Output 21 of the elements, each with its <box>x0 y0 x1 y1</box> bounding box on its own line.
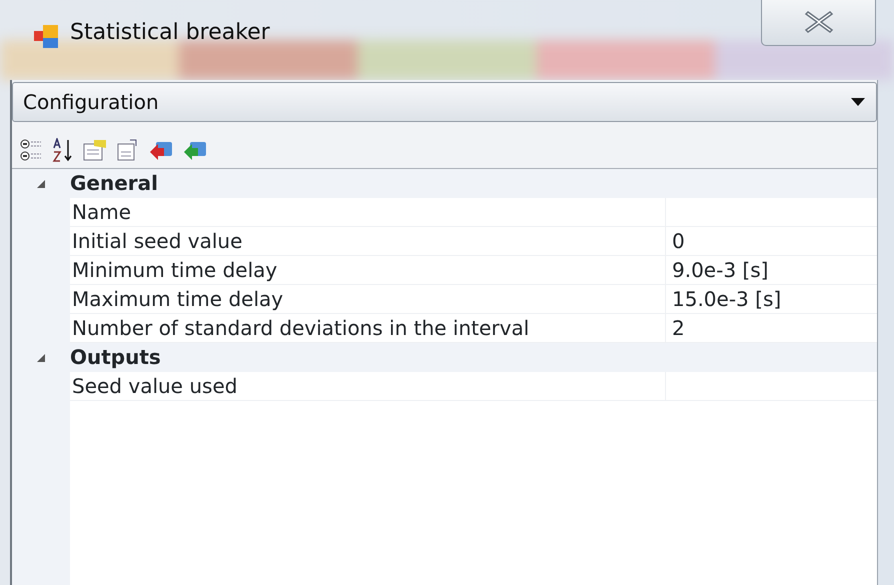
categorized-icon[interactable] <box>20 138 44 162</box>
caret-icon <box>850 97 866 107</box>
app-icon <box>32 22 60 50</box>
close-icon <box>804 10 834 34</box>
property-value[interactable]: 15.0e-3 [s] <box>666 285 877 314</box>
property-name[interactable]: Seed value used <box>70 372 666 401</box>
window-title: Statistical breaker <box>70 22 270 44</box>
property-name[interactable]: Maximum time delay <box>70 285 666 314</box>
sort-az-icon[interactable] <box>52 138 74 162</box>
property-name[interactable]: Initial seed value <box>70 227 666 256</box>
collapse-icon[interactable] <box>36 352 46 362</box>
category-label: Outputs <box>70 344 161 371</box>
collapse-icon[interactable] <box>36 178 46 188</box>
view-dropdown[interactable]: Configuration <box>12 82 877 122</box>
close-button[interactable] <box>761 0 876 46</box>
property-name[interactable]: Name <box>70 198 666 227</box>
property-value[interactable]: 9.0e-3 [s] <box>666 256 877 285</box>
property-name[interactable]: Minimum time delay <box>70 256 666 285</box>
properties-icon[interactable] <box>82 138 108 162</box>
category-label: General <box>70 170 158 197</box>
property-value[interactable]: 0 <box>666 227 877 256</box>
